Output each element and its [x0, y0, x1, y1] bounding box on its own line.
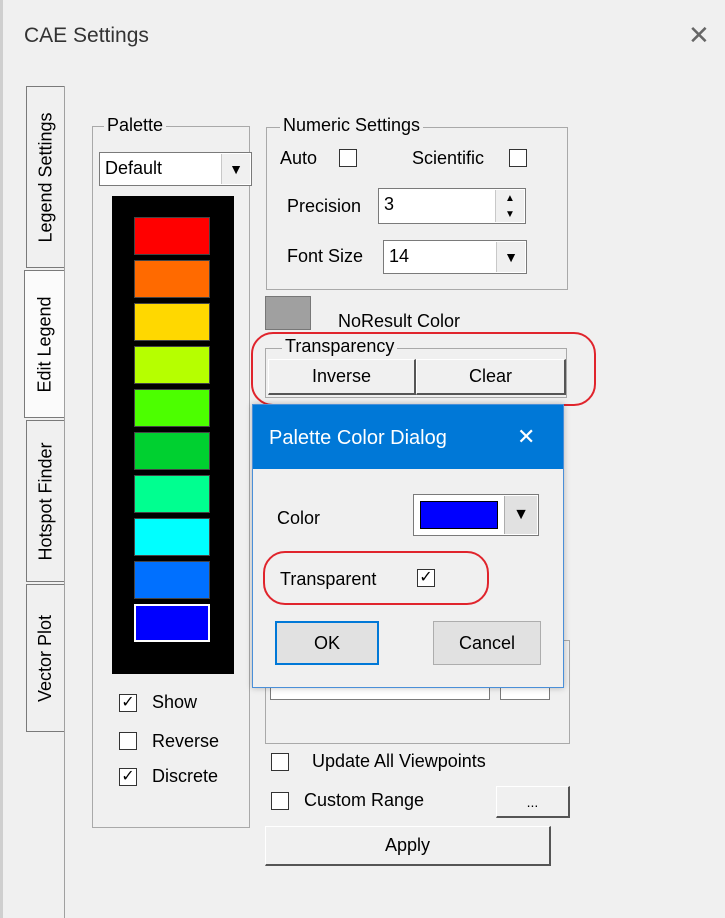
reverse-checkbox[interactable]	[119, 732, 137, 750]
show-checkbox[interactable]: ✓	[119, 694, 137, 712]
auto-checkbox[interactable]	[339, 149, 357, 167]
dialog-ok-button[interactable]: OK	[275, 621, 379, 665]
font-size-label: Font Size	[287, 246, 364, 266]
palette-color-dialog: Palette Color Dialog ✕ Color ▼ Transpare…	[252, 404, 564, 688]
font-size-select[interactable]: 14 ▼	[383, 240, 527, 274]
noresult-color-label: NoResult Color	[338, 311, 461, 331]
scientific-label: Scientific	[412, 148, 485, 168]
reverse-label: Reverse	[152, 731, 220, 751]
update-all-viewpoints-label: Update All Viewpoints	[312, 751, 486, 771]
transparent-highlight	[263, 551, 489, 605]
chevron-down-icon: ▼	[496, 242, 525, 272]
palette-select-value: Default	[105, 158, 163, 178]
tab-edit-legend[interactable]: Edit Legend	[24, 270, 66, 418]
palette-swatch[interactable]	[134, 432, 210, 470]
auto-label: Auto	[280, 148, 318, 168]
dialog-color-select[interactable]: ▼	[413, 494, 539, 536]
palette-swatch[interactable]	[134, 260, 210, 298]
font-size-value: 14	[389, 246, 410, 266]
tab-legend-settings[interactable]: Legend Settings	[26, 86, 66, 268]
precision-label: Precision	[287, 196, 362, 216]
dialog-color-swatch	[420, 501, 498, 529]
window-left-edge	[0, 0, 3, 918]
dialog-cancel-button[interactable]: Cancel	[433, 621, 541, 665]
palette-swatch[interactable]	[134, 561, 210, 599]
spin-down-icon[interactable]: ▼	[495, 206, 524, 222]
window-title: CAE Settings	[24, 24, 149, 47]
palette-swatch[interactable]	[134, 217, 210, 255]
precision-spinner[interactable]: 3 ▲ ▼	[378, 188, 526, 224]
palette-swatch[interactable]	[134, 346, 210, 384]
palette-swatch[interactable]	[134, 475, 210, 513]
palette-swatch[interactable]	[134, 518, 210, 556]
palette-select[interactable]: Default ▼	[99, 152, 252, 186]
close-icon[interactable]: ✕	[688, 22, 710, 48]
check-icon: ✓	[121, 768, 135, 785]
palette-swatch[interactable]	[134, 604, 210, 642]
noresult-color-button[interactable]	[265, 296, 311, 330]
spin-up-icon[interactable]: ▲	[495, 190, 524, 207]
scientific-checkbox[interactable]	[509, 149, 527, 167]
dialog-title-bar: Palette Color Dialog ✕	[253, 405, 563, 469]
tab-hotspot-finder[interactable]: Hotspot Finder	[26, 420, 66, 582]
close-icon[interactable]: ✕	[517, 424, 535, 450]
chevron-down-icon: ▼	[221, 154, 250, 184]
check-icon: ✓	[121, 694, 135, 711]
palette-group-label: Palette	[104, 115, 167, 136]
show-label: Show	[152, 692, 198, 712]
dialog-title: Palette Color Dialog	[269, 427, 447, 449]
custom-range-label: Custom Range	[304, 790, 425, 810]
discrete-label: Discrete	[152, 766, 219, 786]
update-all-viewpoints-checkbox[interactable]	[271, 753, 289, 771]
apply-button[interactable]: Apply	[265, 826, 551, 866]
palette-swatch[interactable]	[134, 389, 210, 427]
precision-value: 3	[384, 194, 395, 214]
palette-swatch[interactable]	[134, 303, 210, 341]
transparency-highlight	[251, 332, 596, 406]
custom-range-ellipsis-button[interactable]: ...	[496, 786, 570, 818]
chevron-down-icon: ▼	[504, 496, 537, 534]
dialog-color-label: Color	[277, 508, 321, 528]
numeric-settings-label: Numeric Settings	[280, 115, 424, 136]
custom-range-checkbox[interactable]	[271, 792, 289, 810]
discrete-checkbox[interactable]: ✓	[119, 768, 137, 786]
tab-vector-plot[interactable]: Vector Plot	[26, 584, 66, 732]
